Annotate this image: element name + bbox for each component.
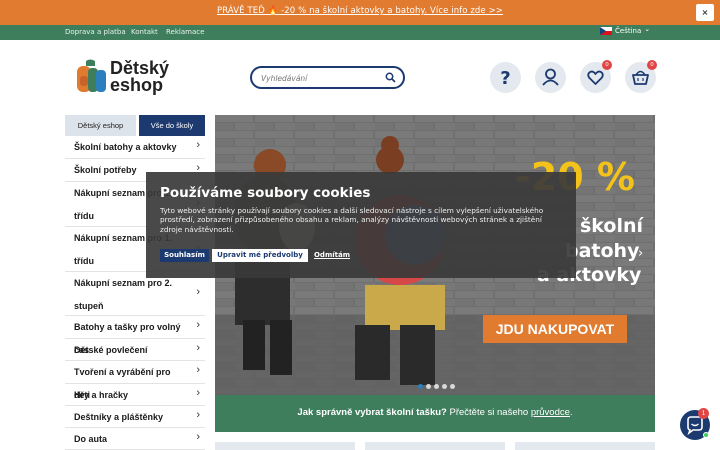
search-icon[interactable] (385, 72, 396, 83)
shop-now-button[interactable]: JDU NAKUPOVAT (483, 315, 627, 343)
carousel-dot[interactable] (418, 384, 423, 389)
user-icon (542, 68, 559, 86)
tab-kids-eshop[interactable]: Dětský eshop (65, 115, 136, 136)
cookie-reject-link[interactable]: Odmítám (312, 249, 352, 262)
carousel-dot[interactable] (442, 384, 447, 389)
sidebar-item-label: Do auta (74, 434, 108, 444)
top-navigation: Doprava a platba Kontakt Reklamace Češti… (0, 25, 720, 40)
sidebar-item-label: Dětské povlečení (74, 345, 148, 355)
cookie-consent-dialog: Používáme soubory cookies Tyto webové st… (146, 172, 576, 278)
sidebar-item-label: Hry a hračky (74, 390, 129, 400)
guide-banner: Jak správně vybrat školní tašku? Přečtět… (215, 395, 655, 432)
czech-flag-icon (600, 27, 612, 35)
sidebar-item-label: Deštníky a pláštěnky (74, 412, 164, 422)
chevron-right-icon: › (196, 342, 200, 354)
banner-line2: batohy (565, 240, 640, 262)
logo-text: Dětský eshop (110, 59, 169, 95)
wishlist-count-badge: 0 (602, 60, 612, 70)
promo-link[interactable]: PRÁVĚ TEĎ 🔥 -20 % na školní aktovky a ba… (0, 6, 720, 16)
cookie-title: Používáme soubory cookies (160, 185, 371, 201)
product-card[interactable] (365, 442, 505, 450)
chevron-down-icon: ⌄ (644, 25, 651, 33)
language-label: Čeština (615, 27, 642, 35)
guide-link[interactable]: průvodce (531, 407, 570, 418)
cookie-customize-button[interactable]: Upravit mé předvolby (212, 249, 308, 262)
guide-text: Jak správně vybrat školní tašku? Přečtět… (215, 407, 655, 418)
nav-link-shipping[interactable]: Doprava a platba (65, 28, 126, 36)
chevron-right-icon: › (196, 139, 200, 151)
sidebar-item-umbrellas[interactable]: Deštníky a pláštěnky › (65, 406, 205, 428)
guide-period: . (569, 407, 573, 418)
search-input[interactable] (261, 72, 381, 84)
chevron-right-icon: › (196, 431, 200, 443)
carousel-dot[interactable] (434, 384, 439, 389)
sidebar-item-leisure-bags[interactable]: Batohy a tašky pro volný čas › (65, 316, 205, 355)
product-card[interactable] (515, 442, 655, 450)
promo-bar: PRÁVĚ TEĎ 🔥 -20 % na školní aktovky a ba… (0, 0, 720, 25)
cookie-text: Tyto webové stránky používají soubory co… (160, 206, 544, 234)
banner-line1: školní (580, 215, 644, 237)
guide-question: Jak správně vybrat školní tašku? (297, 407, 447, 418)
sidebar-item-car[interactable]: Do auta › (65, 428, 205, 450)
chevron-right-icon: › (196, 387, 200, 399)
account-button[interactable] (535, 62, 566, 93)
carousel-dot[interactable] (450, 384, 455, 389)
guide-sentence: Přečtěte si našeho (446, 407, 531, 418)
product-card[interactable] (215, 442, 355, 450)
sidebar-item-bedding[interactable]: Dětské povlečení › (65, 339, 205, 361)
sidebar-item-label: Školní batohy a aktovky (74, 142, 177, 152)
search-bar (250, 66, 405, 89)
backpack-logo-icon (77, 59, 106, 92)
chevron-right-icon: › (196, 286, 200, 298)
nav-link-complaints[interactable]: Reklamace (166, 28, 204, 36)
nav-link-contact[interactable]: Kontakt (131, 28, 158, 36)
help-button[interactable]: ? (490, 62, 521, 93)
cart-count-badge: 0 (647, 60, 657, 70)
cart-button[interactable]: 0 (625, 60, 657, 93)
sidebar-item-label: Nákupní seznam pro 2. stupeň (74, 278, 173, 311)
carousel-dots (418, 384, 455, 389)
wishlist-button[interactable]: 0 (580, 60, 612, 93)
sidebar-item-crafts[interactable]: Tvoření a vyrábění pro děti › (65, 361, 205, 400)
chevron-right-icon: › (196, 364, 200, 376)
banner-next-arrow[interactable]: › (638, 246, 643, 261)
question-icon: ? (500, 68, 510, 89)
tab-school[interactable]: Vše do školy (139, 115, 205, 136)
online-status-dot (703, 432, 709, 438)
chevron-right-icon: › (196, 409, 200, 421)
promo-close-button[interactable]: × (696, 4, 714, 21)
cookie-accept-button[interactable]: Souhlasím (160, 249, 209, 262)
carousel-dot[interactable] (426, 384, 431, 389)
sidebar-item-games-toys[interactable]: Hry a hračky › (65, 384, 205, 406)
chevron-right-icon: › (196, 319, 200, 331)
sidebar-item-shopping-list-second-stage[interactable]: Nákupní seznam pro 2. stupeň › (65, 272, 205, 316)
language-selector[interactable]: Čeština ⌄ (600, 25, 651, 35)
sidebar-item-school-backpacks[interactable]: Školní batohy a aktovky › (65, 136, 205, 159)
logo-line2: eshop (110, 75, 164, 95)
chat-unread-badge: 1 (698, 408, 709, 419)
svg-text:?: ? (500, 68, 510, 89)
